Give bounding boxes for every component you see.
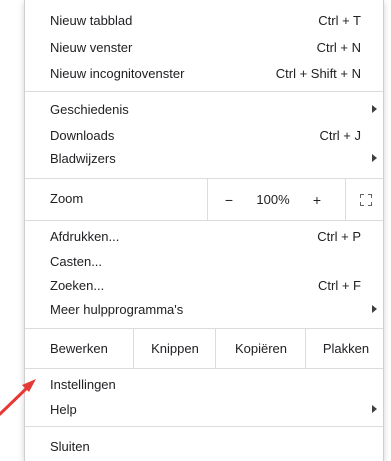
- menu-item-label: Instellingen: [50, 377, 116, 392]
- menu-separator: [25, 426, 383, 427]
- menu-item-label: Bladwijzers: [50, 151, 116, 166]
- menu-item-bookmarks[interactable]: Bladwijzers: [25, 147, 383, 170]
- menu-item-shortcut: Ctrl + T: [318, 13, 361, 28]
- menu-item-label: Nieuw tabblad: [50, 13, 133, 28]
- menu-item-label: Afdrukken...: [50, 229, 120, 244]
- menu-item-settings[interactable]: Instellingen: [25, 373, 383, 396]
- menu-item-new-incognito-window[interactable]: Nieuw incognitovenster Ctrl + Shift + N: [25, 62, 383, 85]
- menu-item-shortcut: Ctrl + N: [316, 40, 361, 55]
- zoom-label: Zoom: [50, 191, 84, 206]
- submenu-arrow-icon: [372, 405, 377, 413]
- edit-label: Bewerken: [50, 341, 108, 356]
- menu-item-label: Help: [50, 402, 77, 417]
- cut-button[interactable]: Knippen: [133, 329, 216, 368]
- menu-item-label: Geschiedenis: [50, 102, 129, 117]
- zoom-row: Zoom − 100% +: [25, 179, 383, 220]
- copy-button[interactable]: Kopiëren: [215, 329, 306, 368]
- menu-item-new-tab[interactable]: Nieuw tabblad Ctrl + T: [25, 9, 383, 32]
- menu-item-label: Casten...: [50, 254, 103, 269]
- submenu-arrow-icon: [372, 305, 377, 313]
- menu-item-shortcut: Ctrl + Shift + N: [275, 66, 361, 81]
- menu-item-label: Sluiten: [50, 439, 90, 454]
- menu-item-shortcut: Ctrl + F: [318, 278, 361, 293]
- menu-item-shortcut: Ctrl + P: [317, 229, 361, 244]
- annotation-arrow-icon: [0, 379, 36, 416]
- menu-item-label: Zoeken...: [50, 278, 105, 293]
- menu-item-help[interactable]: Help: [25, 398, 383, 421]
- menu-separator: [25, 220, 383, 221]
- menu-item-label: Nieuw incognitovenster: [50, 66, 185, 81]
- menu-item-downloads[interactable]: Downloads Ctrl + J: [25, 124, 383, 147]
- menu-item-exit[interactable]: Sluiten: [25, 435, 383, 458]
- menu-separator: [25, 91, 383, 92]
- menu-item-new-window[interactable]: Nieuw venster Ctrl + N: [25, 36, 383, 59]
- submenu-arrow-icon: [372, 154, 377, 162]
- menu-item-label: Meer hulpprogramma's: [50, 302, 184, 317]
- menu-item-cast[interactable]: Casten...: [25, 250, 383, 273]
- menu-item-label: Nieuw venster: [50, 40, 133, 55]
- edit-row: Bewerken Knippen Kopiëren Plakken: [25, 329, 383, 368]
- menu-item-more-tools[interactable]: Meer hulpprogramma's: [25, 298, 383, 321]
- zoom-out-button[interactable]: −: [216, 179, 242, 220]
- menu-item-print[interactable]: Afdrukken... Ctrl + P: [25, 225, 383, 248]
- chrome-main-menu: Nieuw tabblad Ctrl + T Nieuw venster Ctr…: [24, 0, 384, 461]
- fullscreen-button[interactable]: [345, 179, 386, 220]
- fullscreen-icon: [360, 193, 372, 206]
- menu-item-label: Downloads: [50, 128, 115, 143]
- menu-item-shortcut: Ctrl + J: [319, 128, 361, 143]
- submenu-arrow-icon: [372, 105, 377, 113]
- zoom-in-button[interactable]: +: [304, 179, 330, 220]
- zoom-level: 100%: [256, 192, 290, 207]
- menu-separator: [25, 368, 383, 369]
- menu-item-history[interactable]: Geschiedenis: [25, 98, 383, 121]
- menu-item-find[interactable]: Zoeken... Ctrl + F: [25, 274, 383, 297]
- paste-button[interactable]: Plakken: [305, 329, 386, 368]
